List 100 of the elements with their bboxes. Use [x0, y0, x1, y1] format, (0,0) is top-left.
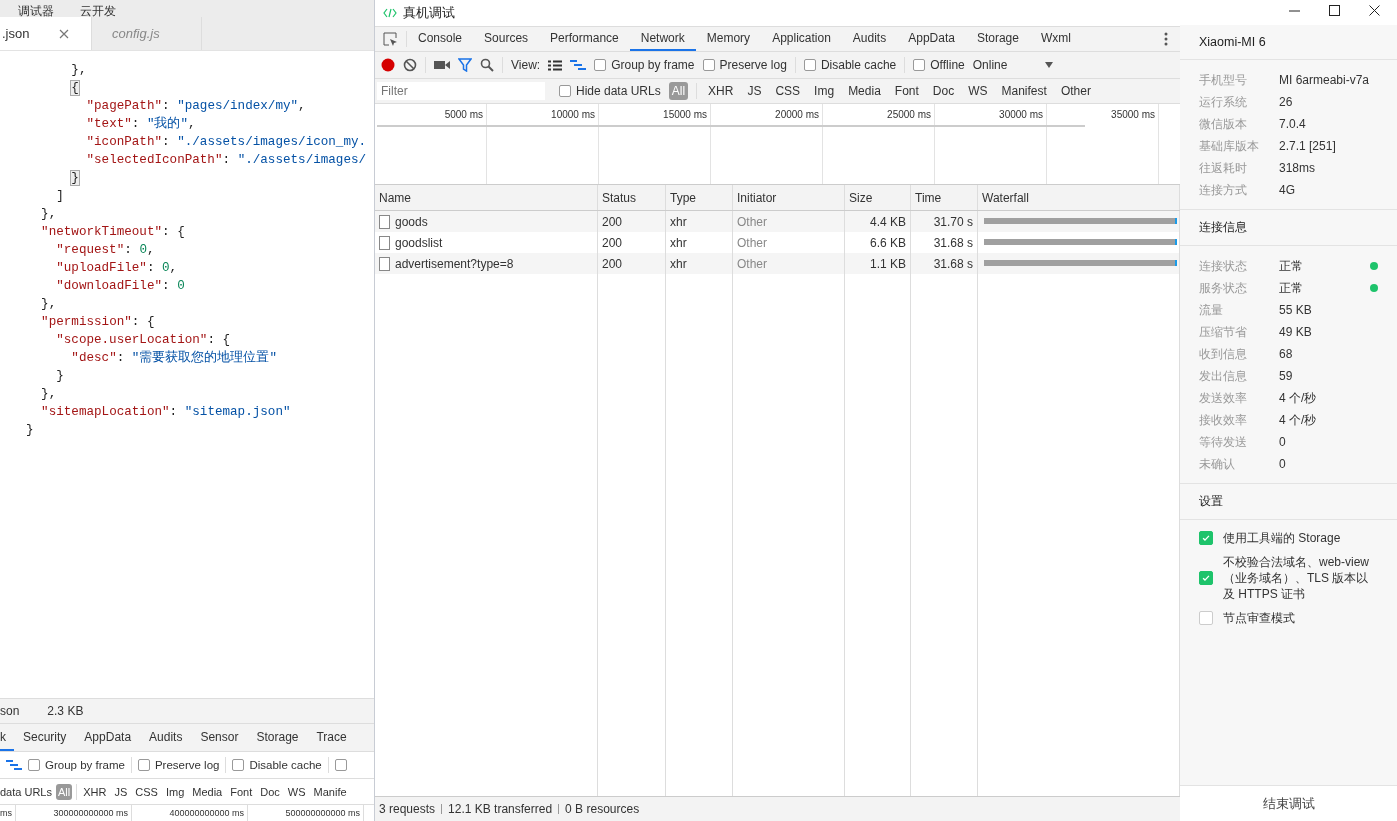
checkbox[interactable] [594, 59, 607, 71]
checkbox-label: Hide data URLs [576, 84, 661, 98]
camera-icon[interactable] [434, 60, 450, 70]
table-cell: 31.70 s [911, 211, 978, 232]
inspect-icon[interactable] [383, 31, 398, 47]
throttling-select[interactable]: Online [972, 58, 1008, 72]
waterfall-icon[interactable] [570, 60, 587, 70]
code-line: "permission": { [40, 314, 156, 331]
code-icon [383, 8, 397, 18]
type-filter[interactable]: JS [112, 783, 130, 800]
type-filter[interactable]: Doc [929, 82, 958, 100]
caret-icon[interactable] [1045, 62, 1054, 68]
panel-tab[interactable]: k [0, 724, 14, 751]
type-filter[interactable]: Manife [311, 783, 349, 800]
maximize-icon[interactable] [1329, 3, 1341, 19]
info-value: 0 [1279, 435, 1287, 449]
type-filter[interactable]: WS [965, 82, 991, 100]
file-tab[interactable]: .json [0, 17, 92, 50]
record-icon[interactable] [381, 58, 395, 72]
type-filter[interactable]: Manifest [998, 82, 1050, 100]
type-filter[interactable]: JS [744, 82, 765, 100]
menu-item[interactable]: 调试器 [18, 5, 54, 17]
type-filter[interactable]: XHR [81, 783, 109, 800]
checkbox[interactable] [702, 59, 715, 71]
column-header[interactable]: Name [375, 185, 598, 210]
column-header[interactable]: Initiator [733, 185, 845, 210]
menu-item[interactable]: 云开发 [80, 5, 116, 17]
type-filter[interactable]: Doc [258, 783, 282, 800]
more-icon[interactable] [1164, 32, 1168, 46]
code-line: "iconPath": "./assets/images/icon_my. [85, 134, 368, 151]
panel-tab[interactable]: Performance [539, 27, 630, 51]
checkbox[interactable] [232, 759, 245, 771]
type-filter[interactable]: CSS [772, 82, 804, 100]
column-header[interactable]: Time [911, 185, 978, 210]
code-line: "sitemapLocation": "sitemap.json" [40, 404, 292, 421]
checkbox[interactable] [1199, 531, 1213, 545]
panel-tab[interactable]: Sources [473, 27, 540, 51]
type-filter[interactable]: Font [228, 783, 255, 800]
panel-tab[interactable]: Trace [307, 724, 356, 751]
panel-tab[interactable]: Audits [140, 724, 192, 751]
file-icon [379, 214, 390, 229]
panel-tab[interactable]: Sensor [191, 724, 248, 751]
checkbox[interactable] [559, 85, 571, 97]
section-title: 设置 [1180, 484, 1397, 520]
checkbox[interactable] [1199, 611, 1213, 625]
waterfall-icon[interactable] [6, 760, 22, 770]
end-debug-button[interactable]: 结束调试 [1180, 785, 1397, 821]
filter-field[interactable]: Filter [377, 82, 545, 100]
panel-tab[interactable]: AppData [897, 27, 966, 51]
checkbox[interactable] [28, 759, 40, 771]
timeline-tick: 15000 ms [662, 108, 708, 120]
timeline-tick: 10000 ms [550, 108, 596, 120]
column-header[interactable]: Size [845, 185, 911, 210]
timeline-tick: ms [0, 805, 16, 821]
panel-tab[interactable]: Application [761, 27, 842, 51]
panel-tab[interactable]: AppData [75, 724, 141, 751]
panel-tab[interactable]: Console [407, 27, 474, 51]
column-header[interactable]: Type [666, 185, 733, 210]
checkbox-label: Group by frame [611, 58, 695, 72]
type-filter[interactable]: Other [1057, 82, 1094, 100]
column-header[interactable]: Status [598, 185, 666, 210]
type-filter[interactable]: CSS [133, 783, 160, 800]
checkbox[interactable] [1199, 571, 1213, 585]
info-label: 基础库版本 [1199, 137, 1260, 155]
info-label: 接收效率 [1199, 411, 1248, 429]
panel-tab[interactable]: Wxml [1029, 27, 1082, 51]
checkbox[interactable] [334, 759, 347, 771]
info-value: 正常 [1279, 279, 1304, 297]
clear-icon[interactable] [403, 58, 417, 72]
search-icon[interactable] [480, 58, 494, 72]
checkbox[interactable] [913, 59, 926, 71]
type-filter[interactable]: Media [845, 82, 884, 100]
type-filter[interactable]: Img [811, 82, 838, 100]
panel-tab[interactable]: Audits [841, 27, 898, 51]
checkbox-label: data URLs [0, 785, 52, 798]
file-icon [379, 235, 390, 250]
type-filter[interactable]: Font [891, 82, 922, 100]
panel-tab[interactable]: Memory [695, 27, 762, 51]
panel-tab[interactable]: Storage [965, 27, 1030, 51]
panel-tab[interactable]: Storage [247, 724, 308, 751]
checkbox[interactable] [137, 759, 150, 771]
code-line: }, [40, 206, 58, 223]
type-filter[interactable]: XHR [705, 82, 737, 100]
section-title: 连接信息 [1180, 210, 1397, 246]
code-line: }, [40, 386, 58, 403]
table-cell: 1.1 KB [845, 253, 911, 274]
table-cell: goodslist [395, 235, 443, 250]
info-value: 正常 [1279, 257, 1304, 275]
panel-tab[interactable]: Security [14, 724, 76, 751]
type-filter[interactable]: WS [285, 783, 308, 800]
code-line: "selectedIconPath": "./assets/images/ [85, 152, 368, 169]
list-icon[interactable] [548, 59, 563, 71]
type-filter[interactable]: Img [163, 783, 187, 800]
type-filter[interactable]: Media [190, 783, 225, 800]
table-cell: 4.4 KB [845, 211, 911, 232]
checkbox[interactable] [803, 59, 816, 71]
code-line: }, [40, 296, 58, 313]
code-line: }, [70, 62, 88, 79]
filter-icon[interactable] [458, 58, 472, 72]
table-cell: Other [733, 253, 845, 274]
